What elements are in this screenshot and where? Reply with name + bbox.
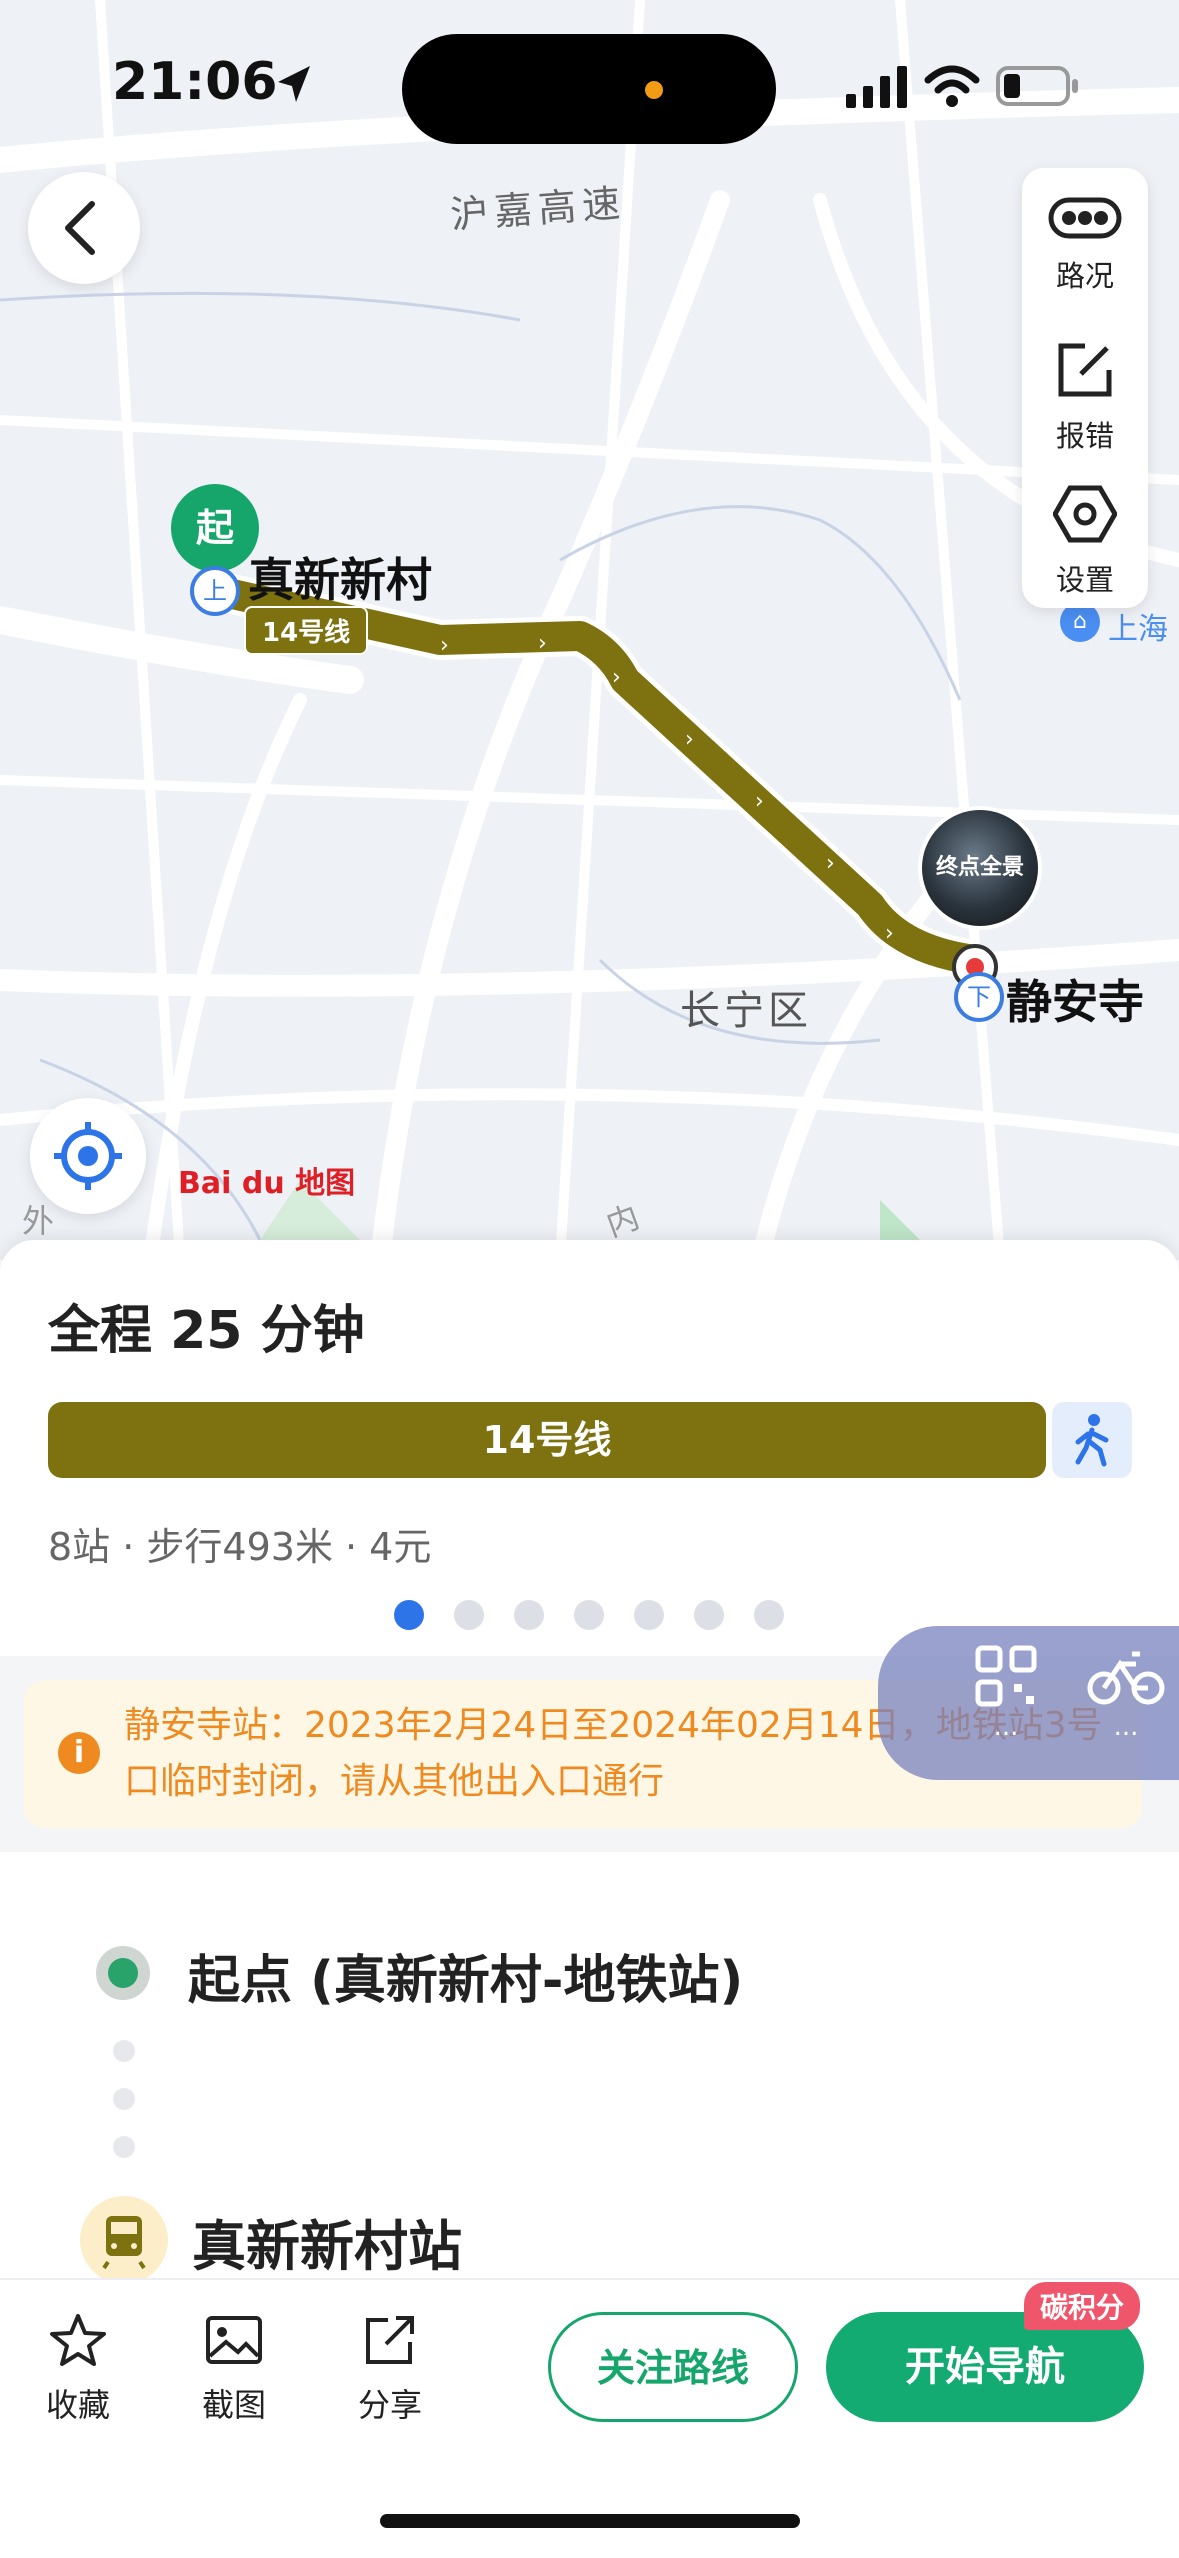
line-segment-bar[interactable]: 14号线 [48, 1402, 1046, 1478]
poi-icon: ⌂ [1060, 602, 1100, 642]
battery-icon [996, 66, 1078, 106]
alight-icon: 下 [954, 972, 1004, 1022]
favorite-button[interactable]: 收藏 [18, 2312, 138, 2426]
train-icon [102, 2216, 146, 2270]
settings-label: 设置 [1055, 563, 1114, 597]
page-dot[interactable] [694, 1600, 724, 1630]
report-error-label: 报错 [1055, 419, 1114, 453]
start-pin[interactable]: 起 [171, 484, 259, 572]
walk-segment[interactable] [1052, 1402, 1132, 1478]
end-station-label: 静安寺 [1006, 975, 1144, 1029]
page-dot[interactable] [634, 1600, 664, 1630]
qr-code-icon [975, 1645, 1037, 1707]
svg-text:›: › [885, 921, 894, 946]
dynamic-island [402, 34, 776, 144]
back-button[interactable] [28, 172, 140, 284]
page-indicator [394, 1600, 814, 1634]
follow-route-button[interactable]: 关注路线 [548, 2312, 798, 2422]
page-dot[interactable] [514, 1600, 544, 1630]
connector-dot [113, 2040, 135, 2062]
share-button[interactable]: 分享 [330, 2312, 450, 2426]
svg-text:›: › [755, 789, 764, 814]
report-error-icon [1058, 343, 1112, 397]
page-dot[interactable] [394, 1600, 424, 1630]
report-error-button[interactable]: 报错 [1022, 340, 1148, 455]
svg-text:›: › [826, 851, 835, 876]
page-dot[interactable] [574, 1600, 604, 1630]
screenshot-button[interactable]: 截图 [174, 2312, 294, 2426]
svg-text:›: › [538, 631, 547, 656]
map-tool-panel: 路况 报错 设置 [1022, 168, 1148, 608]
locate-icon [54, 1122, 122, 1190]
svg-text:›: › [440, 633, 449, 658]
location-arrow-icon [278, 66, 310, 102]
route-meta: 8站 · 步行493米 · 4元 [48, 1525, 432, 1569]
step-start-label: 起点 (真新新村-地铁站) [188, 1951, 744, 2011]
district-label: 长宁区 [680, 988, 812, 1034]
wifi-icon [924, 65, 980, 107]
page-dot[interactable] [454, 1600, 484, 1630]
settings-button[interactable]: 设置 [1022, 484, 1148, 599]
metro-station-icon [80, 2196, 168, 2284]
map-view[interactable]: › › › › › › › 沪嘉高速 起 上 真新新村 14号线 终点全景 下 静安寺 … [0, 0, 1179, 1260]
start-station-label: 真新新村 [248, 553, 432, 607]
carbon-points-badge: 碳积分 [1024, 2282, 1141, 2330]
total-prefix: 全程 [48, 1301, 153, 1361]
page-dot[interactable] [754, 1600, 784, 1630]
home-indicator [380, 2514, 800, 2528]
board-icon: 上 [190, 566, 240, 616]
star-icon [50, 2314, 106, 2366]
step-station-label: 真新新村站 [192, 2215, 462, 2278]
connector-dot [113, 2136, 135, 2158]
bike-label: ... [1113, 1712, 1139, 1742]
traffic-icon [1048, 197, 1122, 239]
svg-text:›: › [685, 727, 694, 752]
signal-icon [846, 66, 907, 108]
qr-code-label: ... [993, 1712, 1019, 1742]
connector-dot [113, 2088, 135, 2110]
share-icon [366, 2316, 414, 2364]
total-duration: 全程 25 分钟 [48, 1288, 365, 1363]
panorama-thumbnail[interactable]: 终点全景 [918, 806, 1042, 930]
favorite-label: 收藏 [45, 2386, 110, 2424]
locate-button[interactable] [30, 1098, 146, 1214]
traffic-label: 路况 [1055, 259, 1114, 293]
privacy-indicator [645, 81, 663, 99]
chevron-left-icon [65, 201, 95, 255]
svg-text:›: › [612, 665, 621, 690]
walk-icon [1075, 1414, 1109, 1467]
qr-code-button[interactable]: ... [974, 1644, 1038, 1742]
bike-icon [1087, 1651, 1165, 1705]
line-badge: 14号线 [244, 606, 369, 655]
floating-tools: ... ... [878, 1626, 1179, 1780]
total-minutes: 25 [170, 1301, 243, 1361]
poi-label: 上海 [1108, 612, 1168, 647]
info-icon: i [58, 1732, 100, 1774]
settings-icon [1052, 485, 1118, 543]
bike-button[interactable]: ... [1086, 1644, 1166, 1742]
baidu-logo: Bai du 地图 [178, 1166, 356, 1201]
screenshot-label: 截图 [201, 2386, 266, 2424]
image-icon [206, 2316, 262, 2364]
status-time: 21:06 [112, 52, 278, 112]
share-label: 分享 [357, 2386, 422, 2424]
traffic-button[interactable]: 路况 [1022, 196, 1148, 295]
total-suffix: 分钟 [260, 1301, 365, 1361]
start-point-icon [96, 1946, 150, 2000]
